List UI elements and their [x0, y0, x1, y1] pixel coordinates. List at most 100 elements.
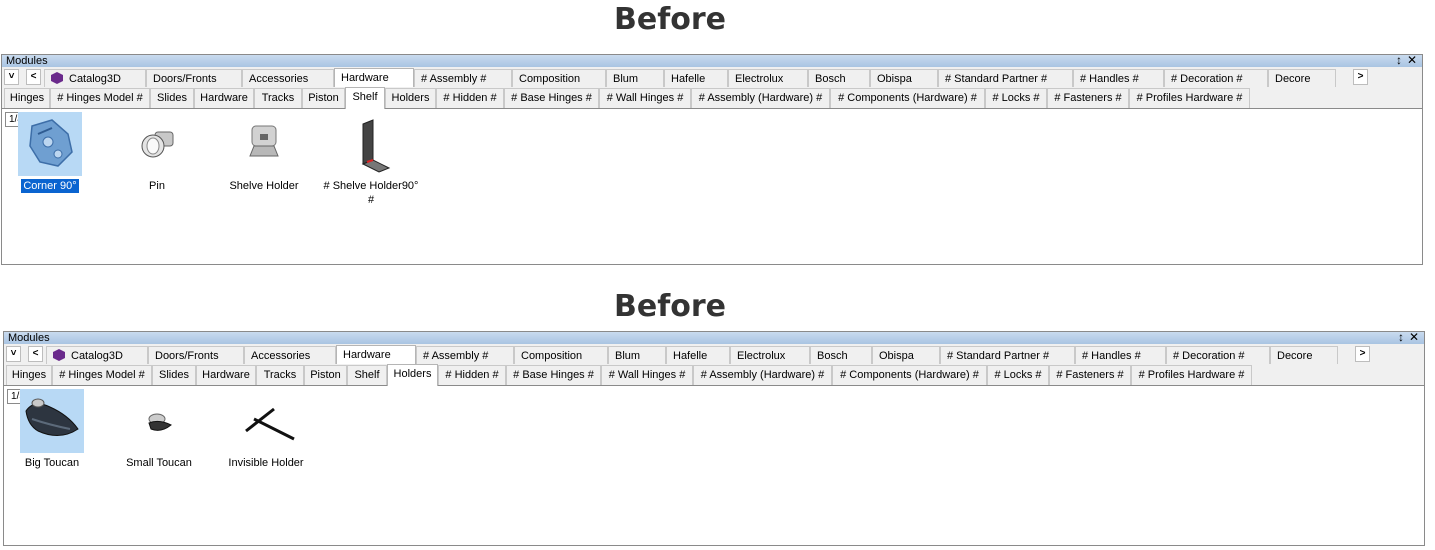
module-item-small-toucan[interactable]: Small Toucan — [109, 389, 209, 470]
tab-handles[interactable]: # Handles # — [1075, 346, 1166, 364]
subtab-slides[interactable]: Slides — [152, 365, 196, 385]
close-icon[interactable]: ✕ — [1407, 54, 1417, 67]
shelve-holder-icon — [232, 112, 296, 176]
tab-blum[interactable]: Blum — [608, 346, 666, 364]
subtab-fasteners[interactable]: # Fasteners # — [1047, 88, 1129, 108]
subtab-components-hardware[interactable]: # Components (Hardware) # — [830, 88, 985, 108]
tab-label: # Standard Partner # — [945, 73, 1048, 85]
subtab-hidden[interactable]: # Hidden # — [438, 365, 506, 385]
subtab-assembly-hardware[interactable]: # Assembly (Hardware) # — [693, 365, 832, 385]
tab-catalog3d[interactable]: Catalog3D — [46, 346, 148, 364]
items-area: 1/3 Big Toucan Small Toucan Invisible Hold… — [4, 386, 1424, 544]
shelf-pin-icon — [125, 112, 189, 176]
tab-label: Doors/Fronts — [155, 350, 219, 362]
dropdown-chevron-icon[interactable]: ˅ — [6, 346, 21, 362]
tab-hardware[interactable]: Hardware — [336, 345, 416, 364]
subtab-profiles-hardware[interactable]: # Profiles Hardware # — [1129, 88, 1250, 108]
subtab-components-hardware[interactable]: # Components (Hardware) # — [832, 365, 987, 385]
panel-title: Modules — [6, 55, 48, 67]
invisible-holder-icon — [234, 389, 298, 453]
tab-obispa[interactable]: Obispa — [872, 346, 940, 364]
category-tab-strip: Hinges # Hinges Model # Slides Hardware Trac… — [4, 364, 1424, 386]
small-toucan-icon — [127, 389, 191, 453]
tab-decore[interactable]: Decore — [1270, 346, 1338, 364]
subtab-base-hinges[interactable]: # Base Hinges # — [504, 88, 599, 108]
tab-standard-partner[interactable]: # Standard Partner # — [938, 69, 1073, 87]
tab-obispa[interactable]: Obispa — [870, 69, 938, 87]
subtab-slides[interactable]: Slides — [150, 88, 194, 108]
tab-doors-fronts[interactable]: Doors/Fronts — [146, 69, 242, 87]
tab-hafelle[interactable]: Hafelle — [666, 346, 730, 364]
tab-bosch[interactable]: Bosch — [808, 69, 870, 87]
subtab-tracks[interactable]: Tracks — [256, 365, 304, 385]
subtab-piston[interactable]: Piston — [302, 88, 345, 108]
subtab-tracks[interactable]: Tracks — [254, 88, 302, 108]
subtab-profiles-hardware[interactable]: # Profiles Hardware # — [1131, 365, 1252, 385]
subtab-locks[interactable]: # Locks # — [987, 365, 1049, 385]
subtab-piston[interactable]: Piston — [304, 365, 347, 385]
panel-titlebar: Modules ↕ ✕ — [4, 331, 1424, 344]
big-toucan-icon — [20, 389, 84, 453]
subtab-shelf[interactable]: Shelf — [345, 87, 385, 109]
subtab-holders[interactable]: Holders — [385, 88, 436, 108]
tab-decoration[interactable]: # Decoration # — [1166, 346, 1270, 364]
tab-catalog3d[interactable]: Catalog3D — [44, 69, 146, 87]
subtab-wall-hinges[interactable]: # Wall Hinges # — [599, 88, 691, 108]
subtab-locks[interactable]: # Locks # — [985, 88, 1047, 108]
subtab-hinges-model[interactable]: # Hinges Model # — [52, 365, 152, 385]
close-icon[interactable]: ✕ — [1409, 331, 1419, 344]
subtab-assembly-hardware[interactable]: # Assembly (Hardware) # — [691, 88, 830, 108]
dropdown-chevron-icon[interactable]: ˅ — [4, 69, 19, 85]
catalog3d-cube-icon — [53, 349, 65, 361]
pin-icon[interactable]: ↕ — [1396, 54, 1402, 67]
category-tab-strip: Hinges # Hinges Model # Slides Hardware Trac… — [2, 87, 1422, 109]
heading-before-1: Before — [613, 2, 727, 37]
scroll-left-button[interactable]: < — [26, 69, 41, 85]
tab-standard-partner[interactable]: # Standard Partner # — [940, 346, 1075, 364]
tab-bosch[interactable]: Bosch — [810, 346, 872, 364]
subtab-hinges[interactable]: Hinges — [6, 365, 52, 385]
subtab-holders[interactable]: Holders — [387, 364, 438, 386]
module-item-label: Shelve Holder — [229, 180, 299, 192]
tab-blum[interactable]: Blum — [606, 69, 664, 87]
tab-hafelle[interactable]: Hafelle — [664, 69, 728, 87]
tab-accessories[interactable]: Accessories — [242, 69, 334, 87]
module-item-label: Pin — [149, 180, 165, 192]
pin-icon[interactable]: ↕ — [1398, 331, 1404, 344]
tab-composition[interactable]: Composition — [514, 346, 608, 364]
subtab-base-hinges[interactable]: # Base Hinges # — [506, 365, 601, 385]
tab-label: Accessories — [249, 73, 309, 85]
tab-hardware[interactable]: Hardware — [334, 68, 414, 87]
subtab-fasteners[interactable]: # Fasteners # — [1049, 365, 1131, 385]
module-item-big-toucan[interactable]: Big Toucan — [2, 389, 102, 470]
subtab-hinges[interactable]: Hinges — [4, 88, 50, 108]
module-item-shelve-holder90[interactable]: # Shelve Holder90° # — [321, 112, 421, 207]
tab-doors-fronts[interactable]: Doors/Fronts — [148, 346, 244, 364]
subtab-hardware[interactable]: Hardware — [196, 365, 256, 385]
module-item-invisible-holder[interactable]: Invisible Holder — [216, 389, 316, 470]
scroll-left-button[interactable]: < — [28, 346, 43, 362]
tab-label: Catalog3D — [69, 73, 121, 85]
tab-composition[interactable]: Composition — [512, 69, 606, 87]
subtab-hidden[interactable]: # Hidden # — [436, 88, 504, 108]
subtab-hinges-model[interactable]: # Hinges Model # — [50, 88, 150, 108]
tab-assembly[interactable]: # Assembly # — [414, 69, 512, 87]
module-item-shelve-holder[interactable]: Shelve Holder — [214, 112, 314, 193]
tab-assembly[interactable]: # Assembly # — [416, 346, 514, 364]
subtab-shelf[interactable]: Shelf — [347, 365, 387, 385]
tab-handles[interactable]: # Handles # — [1073, 69, 1164, 87]
module-item-pin[interactable]: Pin — [107, 112, 207, 193]
scroll-right-button[interactable]: > — [1353, 69, 1368, 85]
tab-accessories[interactable]: Accessories — [244, 346, 336, 364]
subtab-wall-hinges[interactable]: # Wall Hinges # — [601, 365, 693, 385]
tab-electrolux[interactable]: Electrolux — [730, 346, 810, 364]
tab-electrolux[interactable]: Electrolux — [728, 69, 808, 87]
tab-label: Catalog3D — [71, 350, 123, 362]
items-area: 1/4 Corner 90° Pin Shelve Holder # Shelve H… — [2, 109, 1422, 263]
module-item-corner-90[interactable]: Corner 90° — [0, 112, 100, 194]
tab-decoration[interactable]: # Decoration # — [1164, 69, 1268, 87]
scroll-right-button[interactable]: > — [1355, 346, 1370, 362]
tab-decore[interactable]: Decore — [1268, 69, 1336, 87]
module-item-label: # Shelve Holder90° # — [323, 180, 419, 206]
subtab-hardware[interactable]: Hardware — [194, 88, 254, 108]
